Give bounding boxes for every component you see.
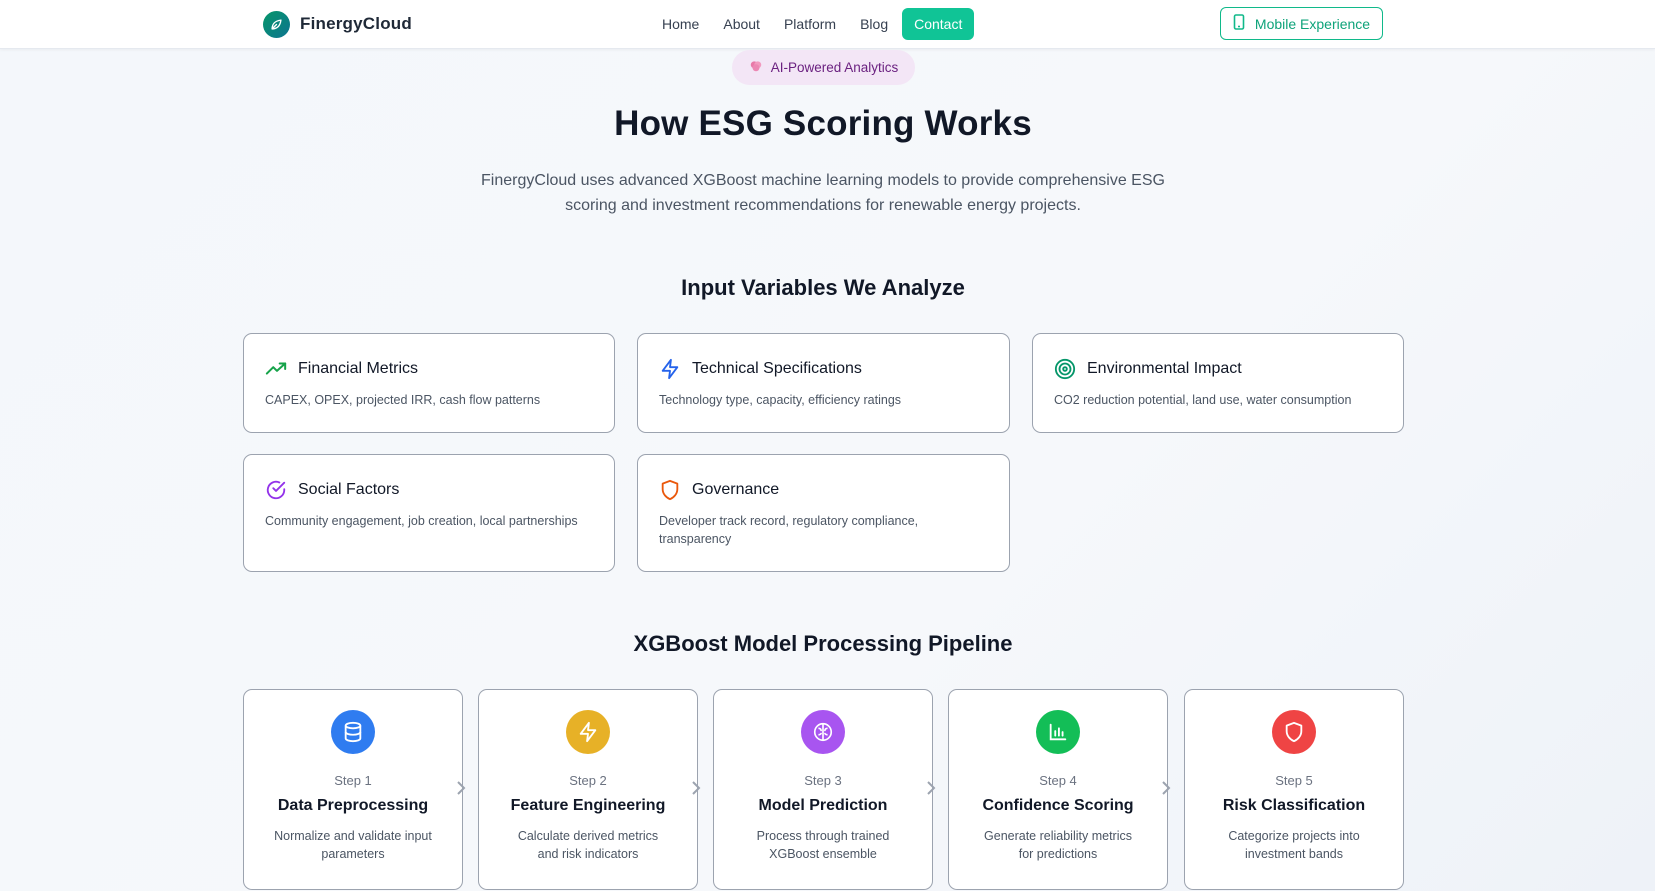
trending-up-icon <box>265 358 287 380</box>
page-subtitle: FinergyCloud uses advanced XGBoost machi… <box>481 172 1165 214</box>
brain-icon <box>801 710 845 754</box>
card-title: Financial Metrics <box>298 360 419 377</box>
input-card-social: Social Factors Community engagement, job… <box>243 454 615 572</box>
pipeline-section-title: XGBoost Model Processing Pipeline <box>633 631 1013 656</box>
pipeline-step-1: Step 1 Data Preprocessing Normalize and … <box>243 689 463 890</box>
chevron-right-icon <box>689 780 703 796</box>
step-title: Confidence Scoring <box>982 797 1134 814</box>
step-number: Step 4 <box>1039 773 1077 788</box>
card-description: Technology type, capacity, efficiency ra… <box>659 393 902 407</box>
card-description: Community engagement, job creation, loca… <box>265 514 578 528</box>
lightning-icon <box>659 358 681 380</box>
input-card-technical: Technical Specifications Technology type… <box>637 333 1010 433</box>
nav-links: Home About Platform Blog Contact <box>650 8 975 40</box>
step-number: Step 2 <box>569 773 607 788</box>
page-title: How ESG Scoring Works <box>614 104 1032 143</box>
step-description: Process through trained XGBoost ensemble <box>756 829 890 861</box>
step-title: Data Preprocessing <box>277 797 429 814</box>
shield-icon <box>659 479 681 501</box>
nav-link-about[interactable]: About <box>711 8 772 40</box>
mobile-experience-button[interactable]: Mobile Experience <box>1220 7 1383 40</box>
inputs-section-title: Input Variables We Analyze <box>681 275 965 300</box>
pipeline-step-2: Step 2 Feature Engineering Calculate der… <box>478 689 698 890</box>
ai-badge: AI-Powered Analytics <box>732 50 915 85</box>
brand-name: FinergyCloud <box>300 14 412 33</box>
nav-link-contact[interactable]: Contact <box>902 8 975 40</box>
step-number: Step 1 <box>334 773 372 788</box>
pipeline-step-3: Step 3 Model Prediction Process through … <box>713 689 933 890</box>
card-title: Technical Specifications <box>692 360 862 377</box>
brain-icon <box>749 59 763 76</box>
chevron-right-icon <box>924 780 938 796</box>
brand[interactable]: FinergyCloud <box>263 10 412 38</box>
chevron-right-icon <box>454 780 468 796</box>
target-icon <box>1054 358 1076 380</box>
shield-icon <box>1272 710 1316 754</box>
step-description: Normalize and validate input parameters <box>274 829 432 861</box>
pipeline-step-5: Step 5 Risk Classification Categorize pr… <box>1184 689 1404 890</box>
step-title: Model Prediction <box>758 797 888 814</box>
lightning-icon <box>566 710 610 754</box>
chevron-right-icon <box>1159 780 1173 796</box>
top-navbar: FinergyCloud Home About Platform Blog Co… <box>0 0 1655 49</box>
smartphone-icon <box>1233 14 1245 33</box>
nav-link-blog[interactable]: Blog <box>848 8 900 40</box>
card-title: Social Factors <box>298 481 400 498</box>
input-card-environmental: Environmental Impact CO2 reduction poten… <box>1032 333 1404 433</box>
input-card-governance: Governance Developer track record, regul… <box>637 454 1010 572</box>
check-circle-icon <box>265 479 287 501</box>
card-title: Governance <box>692 481 780 498</box>
card-description: Developer track record, regulatory compl… <box>659 514 919 546</box>
step-description: Categorize projects into investment band… <box>1228 829 1360 861</box>
leaf-logo-icon <box>263 10 290 38</box>
step-title: Risk Classification <box>1222 797 1366 814</box>
step-description: Calculate derived metrics and risk indic… <box>517 829 659 861</box>
badge-label: AI-Powered Analytics <box>770 60 899 75</box>
card-title: Environmental Impact <box>1087 360 1242 377</box>
pipeline-step-4: Step 4 Confidence Scoring Generate relia… <box>948 689 1168 890</box>
mobile-experience-label: Mobile Experience <box>1254 15 1371 32</box>
nav-link-home[interactable]: Home <box>650 8 711 40</box>
input-card-financial: Financial Metrics CAPEX, OPEX, projected… <box>243 333 615 433</box>
nav-link-platform[interactable]: Platform <box>772 8 848 40</box>
step-number: Step 5 <box>1275 773 1313 788</box>
card-description: CAPEX, OPEX, projected IRR, cash flow pa… <box>265 393 541 407</box>
bar-chart-icon <box>1036 710 1080 754</box>
database-icon <box>331 710 375 754</box>
step-number: Step 3 <box>804 773 842 788</box>
card-description: CO2 reduction potential, land use, water… <box>1054 393 1352 407</box>
step-title: Feature Engineering <box>510 797 666 814</box>
step-description: Generate reliability metrics for predict… <box>984 829 1132 861</box>
